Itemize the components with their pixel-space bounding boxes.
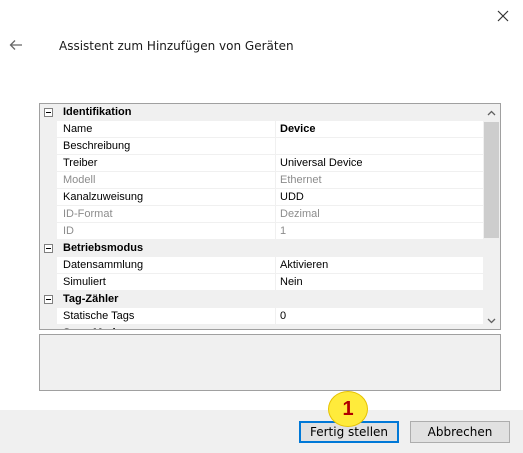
property-name: Beschreibung: [57, 138, 276, 154]
row-gutter: [40, 206, 57, 222]
row-gutter: [40, 257, 57, 273]
property-value[interactable]: Aktivieren: [276, 257, 484, 273]
category-row[interactable]: Tag-Zähler: [40, 291, 484, 308]
collapse-toggle[interactable]: [40, 104, 57, 120]
vertical-scrollbar[interactable]: [483, 104, 500, 329]
category-label: Betriebsmodus: [63, 242, 144, 254]
property-value[interactable]: Device: [276, 121, 484, 137]
category-label: Tag-Zähler: [63, 293, 119, 305]
property-row[interactable]: ID 1: [40, 223, 484, 240]
property-name: Treiber: [57, 155, 276, 171]
chevron-up-icon: [487, 110, 496, 115]
collapse-toggle[interactable]: [40, 325, 57, 329]
property-row[interactable]: Datensammlung Aktivieren: [40, 257, 484, 274]
property-name: Kanalzuweisung: [57, 189, 276, 205]
minus-icon: [44, 243, 53, 253]
property-name: Statische Tags: [57, 308, 276, 324]
property-value[interactable]: 0: [276, 308, 484, 324]
row-gutter: [40, 274, 57, 290]
property-name: ID: [57, 223, 276, 239]
property-row[interactable]: ID-Format Dezimal: [40, 206, 484, 223]
property-name: Modell: [57, 172, 276, 188]
arrow-left-icon: [9, 40, 22, 50]
property-value[interactable]: Universal Device: [276, 155, 484, 171]
category-label: Scan-Modus: [57, 325, 128, 329]
property-row[interactable]: Statische Tags 0: [40, 308, 484, 325]
property-value[interactable]: Nein: [276, 274, 484, 290]
property-name: Simuliert: [57, 274, 276, 290]
property-row[interactable]: Beschreibung: [40, 138, 484, 155]
footer-bar: Fertig stellen Abbrechen: [0, 410, 523, 453]
minus-icon: [44, 107, 53, 117]
property-name: Name: [57, 121, 276, 137]
scroll-down-button[interactable]: [483, 312, 500, 329]
minus-icon: [44, 294, 53, 304]
row-gutter: [40, 138, 57, 154]
wizard-title: Assistent zum Hinzufügen von Geräten: [59, 39, 294, 53]
row-gutter: [40, 223, 57, 239]
property-value[interactable]: Dezimal: [276, 206, 484, 222]
property-row[interactable]: Simuliert Nein: [40, 274, 484, 291]
property-value[interactable]: 1: [276, 223, 484, 239]
category-row-partial[interactable]: Scan-Modus: [40, 325, 484, 329]
property-value[interactable]: [276, 138, 484, 154]
scrollbar-thumb[interactable]: [484, 122, 499, 238]
category-row[interactable]: Identifikation: [40, 104, 484, 121]
property-row[interactable]: Modell Ethernet: [40, 172, 484, 189]
close-button[interactable]: [492, 6, 514, 26]
close-icon: [497, 10, 509, 22]
category-row[interactable]: Betriebsmodus: [40, 240, 484, 257]
row-gutter: [40, 189, 57, 205]
scroll-up-button[interactable]: [483, 104, 500, 121]
property-row[interactable]: Treiber Universal Device: [40, 155, 484, 172]
description-pane: [39, 334, 501, 391]
row-gutter: [40, 155, 57, 171]
minus-icon: [44, 328, 53, 329]
row-gutter: [40, 308, 57, 324]
category-label: Identifikation: [63, 106, 132, 118]
property-value[interactable]: Ethernet: [276, 172, 484, 188]
property-row[interactable]: Kanalzuweisung UDD: [40, 189, 484, 206]
back-button[interactable]: [7, 36, 25, 54]
property-grid-rows: Identifikation Name Device Beschreibung Trei…: [40, 104, 484, 329]
property-name: ID-Format: [57, 206, 276, 222]
row-gutter: [40, 172, 57, 188]
collapse-toggle[interactable]: [40, 240, 57, 256]
step-badge: 1: [328, 391, 368, 427]
property-grid: Identifikation Name Device Beschreibung Trei…: [39, 103, 501, 330]
row-gutter: [40, 121, 57, 137]
cancel-button[interactable]: Abbrechen: [410, 421, 510, 443]
collapse-toggle[interactable]: [40, 291, 57, 307]
property-row[interactable]: Name Device: [40, 121, 484, 138]
property-name: Datensammlung: [57, 257, 276, 273]
chevron-down-icon: [487, 318, 496, 323]
property-value[interactable]: UDD: [276, 189, 484, 205]
